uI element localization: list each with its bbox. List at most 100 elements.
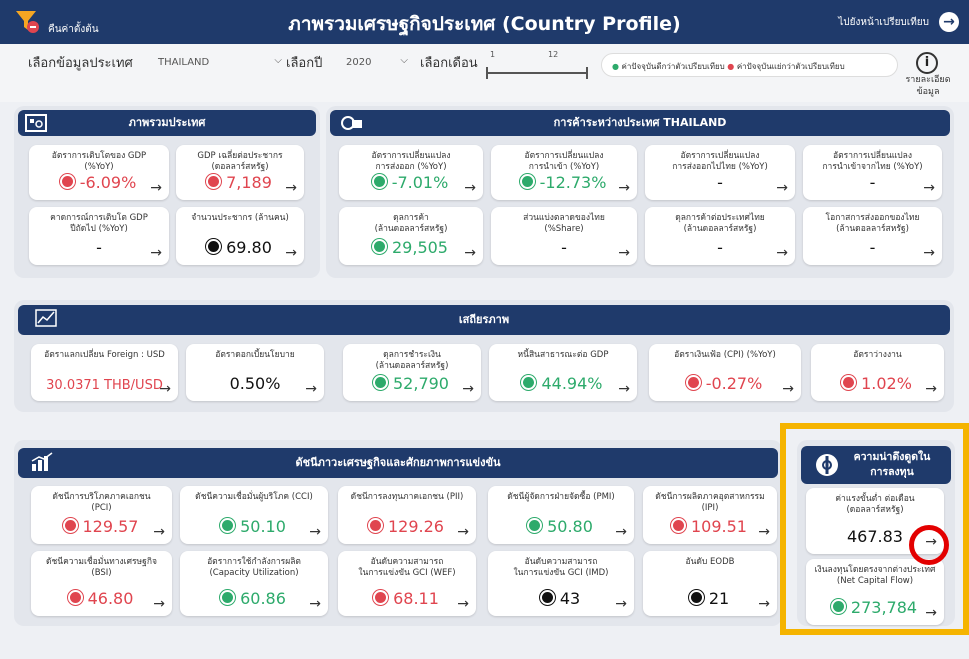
- card-label-line1: อันดับความสามารถ: [524, 557, 598, 567]
- trade-card-3[interactable]: อัตราการเปลี่ยนแปลง การนำเข้าจากไทย (%YoY…: [803, 145, 942, 200]
- stability-card-4[interactable]: อัตราเงินเฟ้อ (CPI) (%YoY) -0.27% →: [649, 344, 801, 401]
- trade-card-4[interactable]: ดุลการค้า (ล้านดอลลาร์สหรัฐ) 29,505 →: [339, 207, 483, 265]
- card-label: คาดการณ์การเติบโต GDP ปีถัดไป (%YoY): [33, 213, 165, 235]
- card-label-line1: ดัชนีการบริโภคภาคเอกชน: [52, 492, 151, 502]
- arrow-right-icon[interactable]: →: [618, 181, 630, 195]
- stability-card-2[interactable]: ดุลการชำระเงิน (ล้านดอลลาร์สหรัฐ) 52,790 →: [343, 344, 481, 401]
- card-value-row: -: [645, 238, 795, 257]
- card-value: 43: [559, 589, 581, 608]
- arrow-right-icon[interactable]: →: [150, 246, 162, 260]
- status-dot-icon: [673, 520, 684, 531]
- card-value-row: 30.0371 THB/USD: [31, 378, 178, 393]
- card-label-line2: การนำเข้า (%YoY): [528, 162, 600, 172]
- card-label-line2: (%YoY): [84, 162, 114, 172]
- card-label-line1: คาดการณ์การเติบโต GDP: [50, 213, 148, 223]
- card-value: 129.26: [388, 517, 444, 536]
- trade-card-1[interactable]: อัตราการเปลี่ยนแปลง การนำเข้า (%YoY) -12.7…: [491, 145, 637, 200]
- arrow-right-icon[interactable]: →: [457, 525, 469, 539]
- card-label-line2: (ล้านดอลลาร์สหรัฐ): [683, 224, 757, 234]
- card-label: อันดับ EODB: [647, 557, 773, 568]
- card-label: ดัชนีผู้จัดการฝ่ายจัดซื้อ (PMI): [492, 492, 630, 503]
- arrow-right-icon[interactable]: →: [305, 382, 317, 396]
- arrow-right-icon[interactable]: →: [782, 382, 794, 396]
- competitiveness-card-5[interactable]: ดัชนีความเชื่อมั่นทางเศรษฐกิจ (BSI) 46.80 →: [31, 551, 172, 616]
- stability-card-0[interactable]: อัตราแลกเปลี่ยน Foreign : USD 30.0371 THB…: [31, 344, 178, 401]
- competitiveness-card-6[interactable]: อัตราการใช้กำลังการผลิต (Capacity Utiliza…: [180, 551, 328, 616]
- stability-card-1[interactable]: อัตราดอกเบี้ยนโยบาย 0.50% →: [186, 344, 324, 401]
- card-label-line2: (ล้านดอลลาร์สหรัฐ): [836, 224, 909, 234]
- trade-card-5[interactable]: ส่วนแบ่งตลาดของไทย (%Share) - →: [491, 207, 637, 265]
- trade-card-6[interactable]: ดุลการค้าต่อประเทศไทย (ล้านดอลลาร์สหรัฐ) -…: [645, 207, 795, 265]
- card-label: อัตราการเปลี่ยนแปลง การส่งออกไปไทย (%YoY): [649, 151, 791, 173]
- card-value-row: 68.11: [338, 589, 476, 608]
- competitiveness-card-3[interactable]: ดัชนีผู้จัดการฝ่ายจัดซื้อ (PMI) 50.80 →: [488, 486, 634, 544]
- card-label-line1: ดุลการค้า: [393, 213, 429, 223]
- competitiveness-card-2[interactable]: ดัชนีการลงทุนภาคเอกชน (PII) 129.26 →: [338, 486, 476, 544]
- arrow-right-icon[interactable]: →: [153, 597, 165, 611]
- status-dot-icon: [521, 176, 533, 187]
- card-value-row: 50.10: [180, 517, 328, 536]
- arrow-right-icon[interactable]: →: [776, 246, 788, 260]
- arrow-right-icon[interactable]: →: [776, 181, 788, 195]
- card-label: ดุลการชำระเงิน (ล้านดอลลาร์สหรัฐ): [347, 350, 477, 372]
- card-label: ส่วนแบ่งตลาดของไทย (%Share): [495, 213, 633, 235]
- card-value: 129.57: [82, 517, 139, 536]
- competitiveness-card-1[interactable]: ดัชนีความเชื่อมั่นผู้บริโภค (CCI) 50.10 →: [180, 486, 328, 544]
- card-label-line2: (%Share): [544, 224, 584, 234]
- card-label-line1: ดุลการค้าต่อประเทศไทย: [675, 213, 765, 223]
- competitiveness-card-8[interactable]: อันดับความสามารถ ในการแข่งขัน GCI (IMD) 43…: [488, 551, 634, 616]
- card-value: -: [869, 238, 876, 257]
- card-value: 1.02%: [861, 374, 912, 393]
- card-label: ดัชนีการลงทุนภาคเอกชน (PII): [342, 492, 472, 503]
- card-label: ดัชนีความเชื่อมั่นทางเศรษฐกิจ (BSI): [35, 557, 168, 579]
- arrow-right-icon[interactable]: →: [758, 525, 770, 539]
- trade-card-2[interactable]: อัตราการเปลี่ยนแปลง การส่งออกไปไทย (%YoY)…: [645, 145, 795, 200]
- card-label: อัตราเงินเฟ้อ (CPI) (%YoY): [653, 350, 797, 361]
- arrow-right-icon[interactable]: →: [159, 382, 171, 396]
- status-dot-icon: [687, 377, 699, 388]
- competitiveness-card-9[interactable]: อันดับ EODB 21 →: [643, 551, 777, 616]
- arrow-right-icon[interactable]: →: [925, 382, 937, 396]
- arrow-right-icon[interactable]: →: [758, 597, 770, 611]
- arrow-right-icon[interactable]: →: [309, 525, 321, 539]
- competitiveness-card-4[interactable]: ดัชนีการผลิตภาคอุตสาหกรรม (IPI) 109.51 →: [643, 486, 777, 544]
- card-label: GDP เฉลี่ยต่อประชากร (ดอลลาร์สหรัฐ): [180, 151, 300, 173]
- arrow-right-icon[interactable]: →: [457, 597, 469, 611]
- overview-card-1[interactable]: GDP เฉลี่ยต่อประชากร (ดอลลาร์สหรัฐ) 7,189 →: [176, 145, 304, 200]
- status-dot-icon: [222, 592, 234, 603]
- overview-card-3[interactable]: จำนวนประชากร (ล้านคน) 69.80 →: [176, 207, 304, 265]
- arrow-right-icon[interactable]: →: [618, 382, 630, 396]
- card-label: อัตราว่างงาน: [815, 350, 940, 361]
- status-dot-icon: [529, 520, 541, 531]
- card-label-line1: อัตราดอกเบี้ยนโยบาย: [215, 350, 295, 360]
- card-value-row: 21: [643, 589, 777, 608]
- status-dot-icon: [690, 592, 702, 603]
- arrow-right-icon[interactable]: →: [150, 181, 162, 195]
- stability-card-5[interactable]: อัตราว่างงาน 1.02% →: [811, 344, 944, 401]
- overview-card-2[interactable]: คาดการณ์การเติบโต GDP ปีถัดไป (%YoY) - →: [29, 207, 169, 265]
- trade-card-7[interactable]: โอกาสการส่งออกของไทย (ล้านดอลลาร์สหรัฐ) - →: [803, 207, 942, 265]
- arrow-right-icon[interactable]: →: [464, 246, 476, 260]
- status-dot-icon: [222, 520, 234, 531]
- arrow-right-icon[interactable]: →: [923, 181, 935, 195]
- arrow-right-icon[interactable]: →: [285, 181, 297, 195]
- competitiveness-card-0[interactable]: ดัชนีการบริโภคภาคเอกชน (PCI) 129.57 →: [31, 486, 172, 544]
- overview-card-0[interactable]: อัตราการเติบโตของ GDP (%YoY) -6.09% →: [29, 145, 169, 200]
- card-label-line2: (IPI): [701, 503, 719, 513]
- card-label-line2: การนำเข้าจากไทย (%YoY): [822, 162, 923, 172]
- arrow-right-icon[interactable]: →: [285, 246, 297, 260]
- stability-card-3[interactable]: หนี้สินสาธารณะต่อ GDP 44.94% →: [489, 344, 637, 401]
- trade-card-0[interactable]: อัตราการเปลี่ยนแปลง การส่งออก (%YoY) -7.01…: [339, 145, 483, 200]
- card-label-line1: อันดับความสามารถ: [370, 557, 444, 567]
- card-label: หนี้สินสาธารณะต่อ GDP: [493, 350, 633, 361]
- arrow-right-icon[interactable]: →: [923, 246, 935, 260]
- arrow-right-icon[interactable]: →: [153, 525, 165, 539]
- arrow-right-icon[interactable]: →: [615, 597, 627, 611]
- arrow-right-icon[interactable]: →: [618, 246, 630, 260]
- arrow-right-icon[interactable]: →: [309, 597, 321, 611]
- arrow-right-icon[interactable]: →: [462, 382, 474, 396]
- card-value-row: 52,790: [343, 374, 481, 393]
- competitiveness-card-7[interactable]: อันดับความสามารถ ในการแข่งขัน GCI (WEF) 68…: [338, 551, 476, 616]
- arrow-right-icon[interactable]: →: [464, 181, 476, 195]
- arrow-right-icon[interactable]: →: [615, 525, 627, 539]
